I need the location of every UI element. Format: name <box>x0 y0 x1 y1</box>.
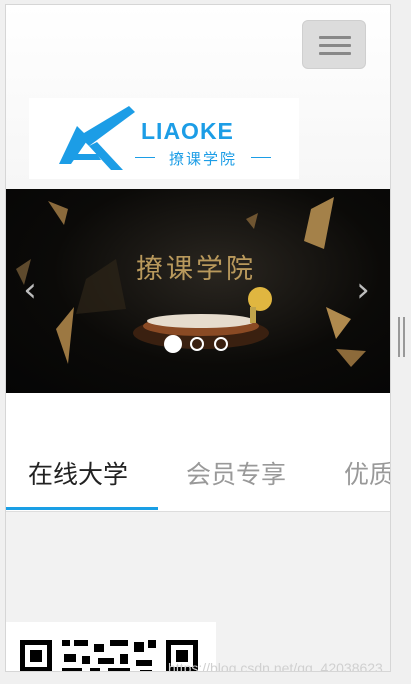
navbar: LIAOKE 撩课学院 <box>6 5 390 189</box>
carousel-indicator-2[interactable] <box>190 337 204 351</box>
tab-premium[interactable]: 优质 <box>344 455 390 491</box>
hamburger-icon-bar <box>319 52 351 55</box>
hamburger-icon-bar <box>319 36 351 39</box>
scrollbar-handle[interactable] <box>398 317 405 357</box>
logo-subtitle: 撩课学院 <box>135 148 271 169</box>
tab-online-university[interactable]: 在线大学 <box>28 455 128 491</box>
nav-toggle-button[interactable] <box>302 20 366 69</box>
logo-wordmark: LIAOKE <box>141 118 234 144</box>
carousel-prev-button[interactable]: ‹ <box>18 273 42 307</box>
site-logo[interactable]: LIAOKE 撩课学院 <box>29 98 299 179</box>
hamburger-icon-bar <box>319 44 351 47</box>
carousel-next-button[interactable]: › <box>351 273 375 307</box>
carousel-title: 撩课学院 <box>136 254 256 285</box>
banner-carousel[interactable]: 撩课学院 ‹ › <box>6 189 390 393</box>
category-tabs: 在线大学 会员专享 优质 <box>6 445 390 512</box>
carousel-indicator-1[interactable] <box>164 335 182 353</box>
carousel-decoration <box>16 197 366 367</box>
watermark-text: https://blog.csdn.net/qq_42038623 <box>168 660 383 672</box>
page-viewport: LIAOKE 撩课学院 撩课学院 ‹ › 在线大学 会员专享 优质 https:… <box>5 4 391 672</box>
active-tab-underline <box>6 507 158 510</box>
carousel-indicator-3[interactable] <box>214 337 228 351</box>
logo-mark-icon <box>59 106 135 170</box>
tab-member-exclusive[interactable]: 会员专享 <box>186 455 286 491</box>
